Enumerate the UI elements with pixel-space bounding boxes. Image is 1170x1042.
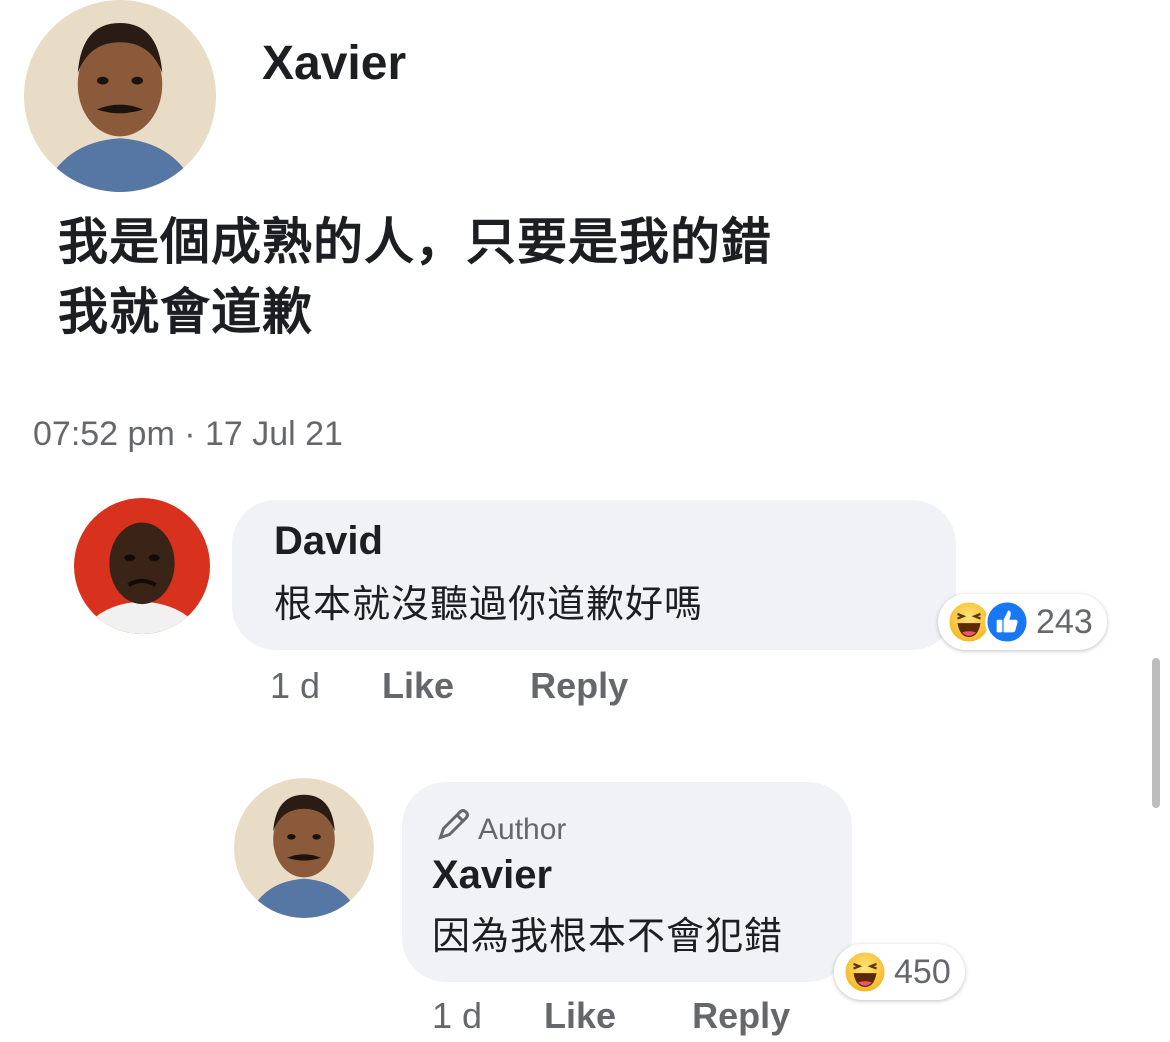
like-button[interactable]: Like — [382, 662, 454, 710]
reaction-count: 243 — [1036, 602, 1093, 641]
reply-button[interactable]: Reply — [530, 662, 628, 710]
post-text-line: 我就會道歉 — [58, 284, 313, 340]
comment-text: 因為我根本不會犯錯 — [432, 916, 784, 958]
author-badge: Author — [436, 806, 566, 853]
reaction-summary[interactable]: 243 — [938, 594, 1107, 650]
post-timestamp: 07:52 pm · 17 Jul 21 — [33, 415, 343, 453]
comment-time[interactable]: 1 d — [270, 662, 320, 710]
pencil-icon — [436, 806, 472, 853]
author-badge-label: Author — [478, 812, 567, 846]
comment-author-avatar[interactable] — [234, 778, 374, 918]
like-button[interactable]: Like — [544, 992, 616, 1040]
post-body: 我是個成熟的人，只要是我的錯 我就會道歉 — [58, 207, 1018, 347]
post-author-avatar[interactable] — [24, 0, 216, 192]
comment-bubble: David 根本就沒聽過你道歉好嗎 — [232, 500, 956, 650]
reaction-count: 450 — [894, 952, 951, 991]
comment-actions: 1 d Like Reply — [270, 662, 628, 710]
comment-author-name[interactable]: Xavier — [432, 850, 552, 900]
comment-author-avatar[interactable] — [74, 498, 210, 634]
post-text-line: 我是個成熟的人，只要是我的錯 — [58, 214, 772, 270]
reaction-summary[interactable]: 450 — [834, 944, 965, 1000]
scrollbar-thumb[interactable] — [1152, 658, 1160, 808]
comment-text: 根本就沒聽過你道歉好嗎 — [274, 584, 704, 626]
reply-button[interactable]: Reply — [692, 992, 790, 1040]
comment-bubble: Author Xavier 因為我根本不會犯錯 — [402, 782, 852, 982]
like-icon — [984, 599, 1030, 645]
comment-time[interactable]: 1 d — [432, 992, 482, 1040]
comment-actions: 1 d Like Reply — [432, 992, 790, 1040]
comment-author-name[interactable]: David — [274, 516, 383, 566]
post-author-name[interactable]: Xavier — [262, 34, 406, 94]
haha-icon — [842, 949, 888, 995]
